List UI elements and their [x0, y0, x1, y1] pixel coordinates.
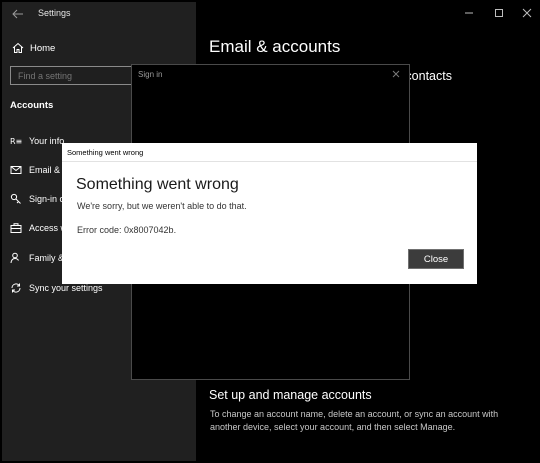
- window-title: Settings: [38, 8, 71, 18]
- maximize-icon[interactable]: [492, 6, 506, 20]
- briefcase-icon: [10, 223, 22, 233]
- mail-icon: [10, 166, 22, 174]
- sign-in-dialog-title: Sign in: [138, 70, 163, 79]
- error-dialog: Something went wrong Something went wron…: [62, 143, 477, 284]
- close-button[interactable]: Close: [408, 249, 464, 269]
- back-arrow-icon[interactable]: [11, 7, 25, 21]
- minimize-icon[interactable]: [462, 6, 476, 20]
- error-dialog-titlebar: Something went wrong: [62, 143, 477, 162]
- error-message: We're sorry, but we weren't able to do t…: [77, 201, 247, 211]
- manage-accounts-heading: Set up and manage accounts: [209, 388, 372, 402]
- sidebar-item-label: Sync your settings: [29, 283, 103, 293]
- sync-icon: [11, 283, 21, 293]
- home-icon: [12, 42, 24, 53]
- home-nav-item[interactable]: Home: [10, 40, 190, 58]
- title-bar: Settings: [2, 2, 538, 26]
- person-add-icon: [10, 252, 19, 264]
- key-icon: [10, 193, 21, 204]
- error-heading: Something went wrong: [76, 176, 239, 193]
- error-code: Error code: 0x8007042b.: [77, 225, 177, 235]
- sidebar-item-label: Your info: [29, 136, 65, 146]
- manage-accounts-description: To change an account name, delete an acc…: [210, 409, 499, 432]
- close-window-icon[interactable]: [520, 6, 534, 20]
- sidebar-item-label: Sign-in o: [29, 194, 65, 204]
- home-label: Home: [30, 43, 56, 54]
- accounts-section-title: Accounts: [10, 100, 54, 111]
- sidebar-item-label: Family &: [29, 253, 65, 263]
- page-title: Email & accounts: [209, 37, 341, 56]
- error-dialog-window-title: Something went wrong: [67, 148, 144, 157]
- close-icon[interactable]: [391, 69, 401, 79]
- person-card-icon: R≡: [10, 137, 22, 146]
- svg-text:R≡: R≡: [10, 137, 22, 146]
